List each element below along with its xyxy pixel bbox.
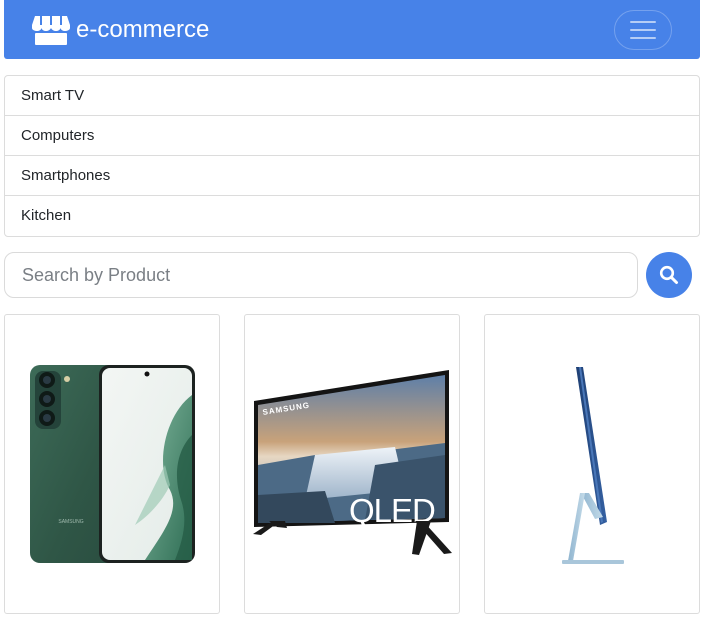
category-item-kitchen[interactable]: Kitchen bbox=[5, 196, 699, 236]
product-card-computer[interactable] bbox=[484, 314, 700, 614]
category-item-computers[interactable]: Computers bbox=[5, 116, 699, 156]
search-icon bbox=[659, 265, 678, 284]
all-in-one-computer-image bbox=[562, 367, 624, 564]
phone-brand-label: SAMSUNG bbox=[58, 519, 83, 525]
product-card-smartphone[interactable]: SAMSUNG bbox=[4, 314, 220, 614]
top-navbar: e-commerce bbox=[4, 0, 700, 59]
search-button[interactable] bbox=[646, 252, 692, 298]
brand-name: e-commerce bbox=[76, 15, 210, 43]
product-card-smart-tv[interactable]: SAMSUNG QLED bbox=[244, 314, 460, 614]
category-list: Smart TV Computers Smartphones Kitchen bbox=[4, 75, 700, 237]
smartphone-image: SAMSUNG bbox=[30, 365, 195, 563]
store-icon bbox=[32, 15, 70, 45]
hamburger-menu-icon bbox=[630, 20, 656, 39]
search-input[interactable] bbox=[4, 252, 638, 298]
navbar-toggle-button[interactable] bbox=[614, 9, 672, 50]
smart-tv-image: SAMSUNG QLED bbox=[253, 370, 452, 555]
category-item-smartphones[interactable]: Smartphones bbox=[5, 156, 699, 196]
category-item-smart-tv[interactable]: Smart TV bbox=[5, 76, 699, 116]
brand-link[interactable]: e-commerce bbox=[32, 14, 209, 46]
